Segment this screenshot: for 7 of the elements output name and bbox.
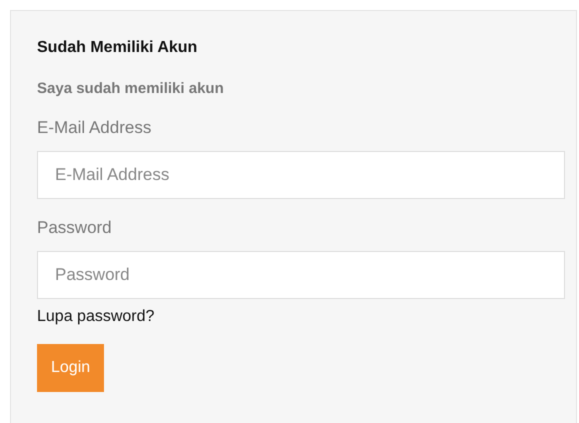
field-label: Password bbox=[37, 217, 112, 239]
forgot-password-link[interactable]: Lupa password? bbox=[37, 307, 154, 327]
input-field[interactable]: E-Mail Address bbox=[37, 151, 565, 199]
panel-title: Sudah Memiliki Akun bbox=[37, 38, 198, 58]
input-field[interactable]: Password bbox=[37, 251, 565, 299]
panel-subtitle: Saya sudah memiliki akun bbox=[37, 79, 224, 99]
field-label: E-Mail Address bbox=[37, 117, 152, 139]
